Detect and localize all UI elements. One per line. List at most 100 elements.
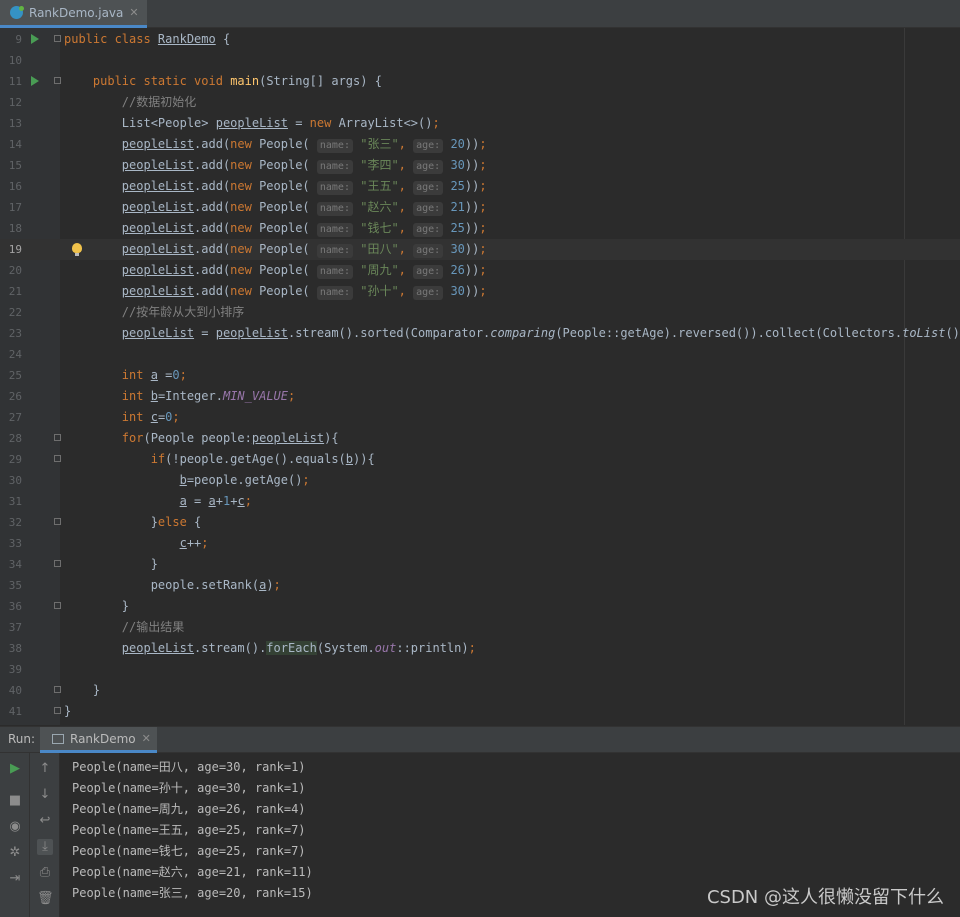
code-text: if(!people.getAge().equals(b)){ <box>150 452 375 466</box>
close-icon[interactable]: ✕ <box>129 6 138 19</box>
code-text: } <box>64 683 101 697</box>
line-number: 35 <box>8 579 22 592</box>
code-line[interactable]: 40 } <box>0 680 960 701</box>
code-line[interactable]: 17 peopleList.add(new People( name: "赵六"… <box>0 197 960 218</box>
code-line[interactable]: 30 b=people.getAge(); <box>0 470 960 491</box>
code-text: int b=Integer.MIN_VALUE; <box>121 389 296 403</box>
run-icon[interactable]: ▶ <box>7 761 23 777</box>
settings-icon[interactable]: ✲ <box>7 845 23 861</box>
fold-icon[interactable] <box>54 455 61 462</box>
code-text: } <box>64 599 130 613</box>
code-line[interactable]: 16 peopleList.add(new People( name: "王五"… <box>0 176 960 197</box>
fold-icon[interactable] <box>54 602 61 609</box>
code-text: people.setRank(a); <box>64 578 281 592</box>
line-number: 41 <box>8 705 22 718</box>
java-class-icon <box>10 6 24 19</box>
code-text: //输出结果 <box>121 620 185 634</box>
close-icon[interactable]: ✕ <box>142 732 151 745</box>
tab-label: RankDemo.java <box>29 5 124 20</box>
code-line[interactable]: 27 int c=0; <box>0 407 960 428</box>
stop-icon[interactable]: ■ <box>7 793 23 809</box>
code-line[interactable]: 22 //按年龄从大到小排序 <box>0 302 960 323</box>
up-arrow-icon[interactable]: ↑ <box>37 761 53 777</box>
code-text: }else { <box>64 515 202 529</box>
code-line[interactable]: 39 <box>0 659 960 680</box>
run-gutter-icon[interactable] <box>31 76 39 86</box>
code-line[interactable]: 21 peopleList.add(new People( name: "孙十"… <box>0 281 960 302</box>
code-line[interactable]: 32 }else { <box>0 512 960 533</box>
code-line[interactable]: 20 peopleList.add(new People( name: "周九"… <box>0 260 960 281</box>
code-line[interactable]: 11 public static void main(String[] args… <box>0 71 960 92</box>
code-line[interactable]: 29 if(!people.getAge().equals(b)){ <box>0 449 960 470</box>
fold-icon[interactable] <box>54 434 61 441</box>
line-number: 9 <box>15 33 22 46</box>
code-line[interactable]: 37 //输出结果 <box>0 617 960 638</box>
line-number: 38 <box>8 642 22 655</box>
scroll-to-end-icon[interactable]: ⤓ <box>37 839 53 855</box>
code-text: peopleList.add(new People( name: "孙十", a… <box>121 284 487 300</box>
code-text: for(People people:peopleList){ <box>121 431 339 445</box>
code-line[interactable]: 35 people.setRank(a); <box>0 575 960 596</box>
run-gutter-icon[interactable] <box>31 34 39 44</box>
fold-icon[interactable] <box>54 77 61 84</box>
fold-icon[interactable] <box>54 686 61 693</box>
code-text: peopleList.add(new People( name: "李四", a… <box>121 158 487 174</box>
console-line: People(name=赵六, age=21, rank=11) <box>72 865 313 879</box>
line-number: 18 <box>8 222 22 235</box>
code-line[interactable]: 41} <box>0 701 960 722</box>
code-line[interactable]: 24 <box>0 344 960 365</box>
exit-icon[interactable]: ⇥ <box>7 871 23 887</box>
code-line[interactable]: 18 peopleList.add(new People( name: "钱七"… <box>0 218 960 239</box>
code-text: //按年龄从大到小排序 <box>121 305 245 319</box>
soft-wrap-icon[interactable]: ↩ <box>37 813 53 829</box>
line-number: 15 <box>8 159 22 172</box>
code-text: peopleList = peopleList.stream().sorted(… <box>121 326 960 340</box>
code-line[interactable]: 26 int b=Integer.MIN_VALUE; <box>0 386 960 407</box>
tab-rankdemo-java[interactable]: RankDemo.java ✕ <box>0 0 147 28</box>
console-line: People(name=张三, age=20, rank=15) <box>72 886 313 900</box>
editor-tabbar: RankDemo.java ✕ <box>0 0 960 28</box>
code-line[interactable]: 9 public class RankDemo { <box>0 29 960 50</box>
line-number: 36 <box>8 600 22 613</box>
print-icon[interactable]: ⎙ <box>37 865 53 881</box>
line-number: 39 <box>8 663 22 676</box>
code-line[interactable]: 19 peopleList.add(new People( name: "田八"… <box>0 239 960 260</box>
code-editor[interactable]: 9 public class RankDemo {10 11 public stat… <box>0 28 960 725</box>
fold-icon[interactable] <box>54 518 61 525</box>
code-line[interactable]: 23 peopleList = peopleList.stream().sort… <box>0 323 960 344</box>
code-line[interactable]: 10 <box>0 50 960 71</box>
line-number: 17 <box>8 201 22 214</box>
code-line[interactable]: 25 int a =0; <box>0 365 960 386</box>
down-arrow-icon[interactable]: ↓ <box>37 787 53 803</box>
trash-icon[interactable]: 🗑 <box>37 891 54 907</box>
code-text: } <box>64 704 72 718</box>
code-text: int c=0; <box>121 410 180 424</box>
code-line[interactable]: 28 for(People people:peopleList){ <box>0 428 960 449</box>
line-number: 16 <box>8 180 22 193</box>
code-line[interactable]: 14 peopleList.add(new People( name: "张三"… <box>0 134 960 155</box>
fold-icon[interactable] <box>54 707 61 714</box>
line-number: 37 <box>8 621 22 634</box>
console-line: People(name=周九, age=26, rank=4) <box>72 802 306 816</box>
run-tab-label: RankDemo <box>70 731 136 746</box>
code-line[interactable]: 13 List<People> peopleList = new ArrayLi… <box>0 113 960 134</box>
code-text: public static void main(String[] args) { <box>92 74 382 88</box>
line-number: 24 <box>8 348 22 361</box>
tab-run-rankdemo[interactable]: RankDemo ✕ <box>40 727 157 753</box>
code-line[interactable]: 12 //数据初始化 <box>0 92 960 113</box>
code-line[interactable]: 31 a = a+1+c; <box>0 491 960 512</box>
console-line: People(name=王五, age=25, rank=7) <box>72 823 306 837</box>
code-line[interactable]: 33 c++; <box>0 533 960 554</box>
fold-icon[interactable] <box>54 560 61 567</box>
camera-icon[interactable]: ◉ <box>7 819 23 835</box>
line-number: 32 <box>8 516 22 529</box>
code-line[interactable]: 15 peopleList.add(new People( name: "李四"… <box>0 155 960 176</box>
code-line[interactable]: 36 } <box>0 596 960 617</box>
run-actions-toolbar: ▶ ■ ◉ ✲ ⇥ <box>0 753 30 917</box>
line-number: 40 <box>8 684 22 697</box>
code-line[interactable]: 38 peopleList.stream().forEach(System.ou… <box>0 638 960 659</box>
fold-icon[interactable] <box>54 35 61 42</box>
watermark: CSDN @这人很懒没留下什么 <box>706 887 944 908</box>
line-number: 29 <box>8 453 22 466</box>
code-line[interactable]: 34 } <box>0 554 960 575</box>
